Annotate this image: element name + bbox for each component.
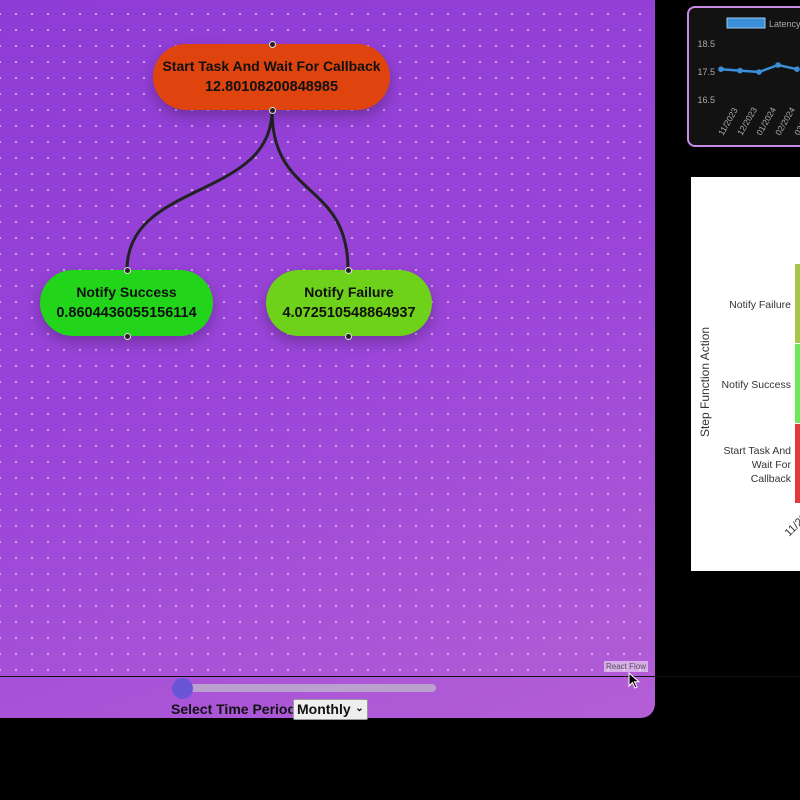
y-tick-label: 18.5 bbox=[697, 39, 715, 49]
bar-segment[interactable] bbox=[795, 424, 800, 503]
legend-label: Latency bbox=[769, 19, 800, 29]
latency-mini-chart[interactable]: Latency 18.5 17.5 16.5 11/2023 12/2023 01/20… bbox=[687, 6, 800, 147]
time-period-select[interactable]: Monthly ⌄ bbox=[293, 699, 368, 720]
data-point[interactable] bbox=[794, 66, 800, 72]
y-tick-label: 17.5 bbox=[697, 67, 715, 77]
latency-chart-svg: Latency 18.517.516.5 11/202312/202301/20… bbox=[697, 17, 800, 137]
time-period-slider-track[interactable] bbox=[180, 684, 436, 692]
node-title: Notify Success bbox=[76, 284, 177, 300]
time-period-slider-thumb[interactable] bbox=[172, 678, 193, 699]
node-value: 4.072510548864937 bbox=[282, 305, 416, 321]
node-handle-source[interactable] bbox=[345, 333, 352, 340]
edge-start-to-failure bbox=[270, 109, 350, 271]
node-handle-target[interactable] bbox=[124, 267, 131, 274]
category-label: Notify Failure bbox=[729, 299, 791, 311]
edge-start-to-success bbox=[125, 109, 274, 271]
bar-chart-svg: Step Function Action Notify Failure Notif… bbox=[698, 264, 800, 539]
node-value: 12.80108200848985 bbox=[204, 79, 339, 95]
node-start-task[interactable]: Start Task And Wait For Callback 12.8010… bbox=[153, 44, 390, 110]
node-title: Notify Failure bbox=[304, 284, 394, 300]
node-handle-target[interactable] bbox=[345, 267, 352, 274]
data-point[interactable] bbox=[718, 66, 724, 72]
node-notify-failure[interactable]: Notify Failure 4.072510548864937 bbox=[266, 270, 432, 336]
category-label: Start Task And bbox=[723, 445, 791, 457]
time-period-label: Select Time Period bbox=[171, 701, 297, 717]
divider-line bbox=[0, 676, 800, 677]
node-handle-source[interactable] bbox=[269, 107, 276, 114]
time-period-selected-value: Monthly bbox=[297, 701, 351, 717]
data-point[interactable] bbox=[756, 69, 762, 75]
y-axis-label: Step Function Action bbox=[698, 327, 712, 437]
y-tick-label: 16.5 bbox=[697, 95, 715, 105]
category-label: Notify Success bbox=[722, 379, 791, 391]
mouse-cursor-icon bbox=[628, 672, 641, 689]
node-notify-success[interactable]: Notify Success 0.8604436055156114 bbox=[40, 270, 213, 336]
react-flow-attribution-link[interactable]: React Flow bbox=[604, 661, 649, 672]
x-tick-label: 11/202 bbox=[783, 507, 800, 539]
category-label: Callback bbox=[751, 473, 792, 485]
data-point[interactable] bbox=[737, 67, 743, 74]
step-function-bar-chart[interactable]: Step Function Action Notify Failure Notif… bbox=[691, 177, 800, 571]
node-handle-source[interactable] bbox=[124, 333, 131, 340]
data-point[interactable] bbox=[775, 62, 781, 68]
node-value: 0.8604436055156114 bbox=[56, 305, 197, 321]
category-label: Wait For bbox=[752, 459, 792, 471]
react-flow-canvas[interactable]: Start Task And Wait For Callback 12.8010… bbox=[0, 0, 655, 718]
node-handle-target[interactable] bbox=[269, 41, 276, 48]
legend-swatch bbox=[726, 17, 766, 29]
bar-segment[interactable] bbox=[795, 344, 800, 423]
chevron-down-icon: ⌄ bbox=[355, 703, 364, 714]
bar-segment[interactable] bbox=[795, 264, 800, 343]
node-title: Start Task And Wait For Callback bbox=[162, 58, 381, 74]
